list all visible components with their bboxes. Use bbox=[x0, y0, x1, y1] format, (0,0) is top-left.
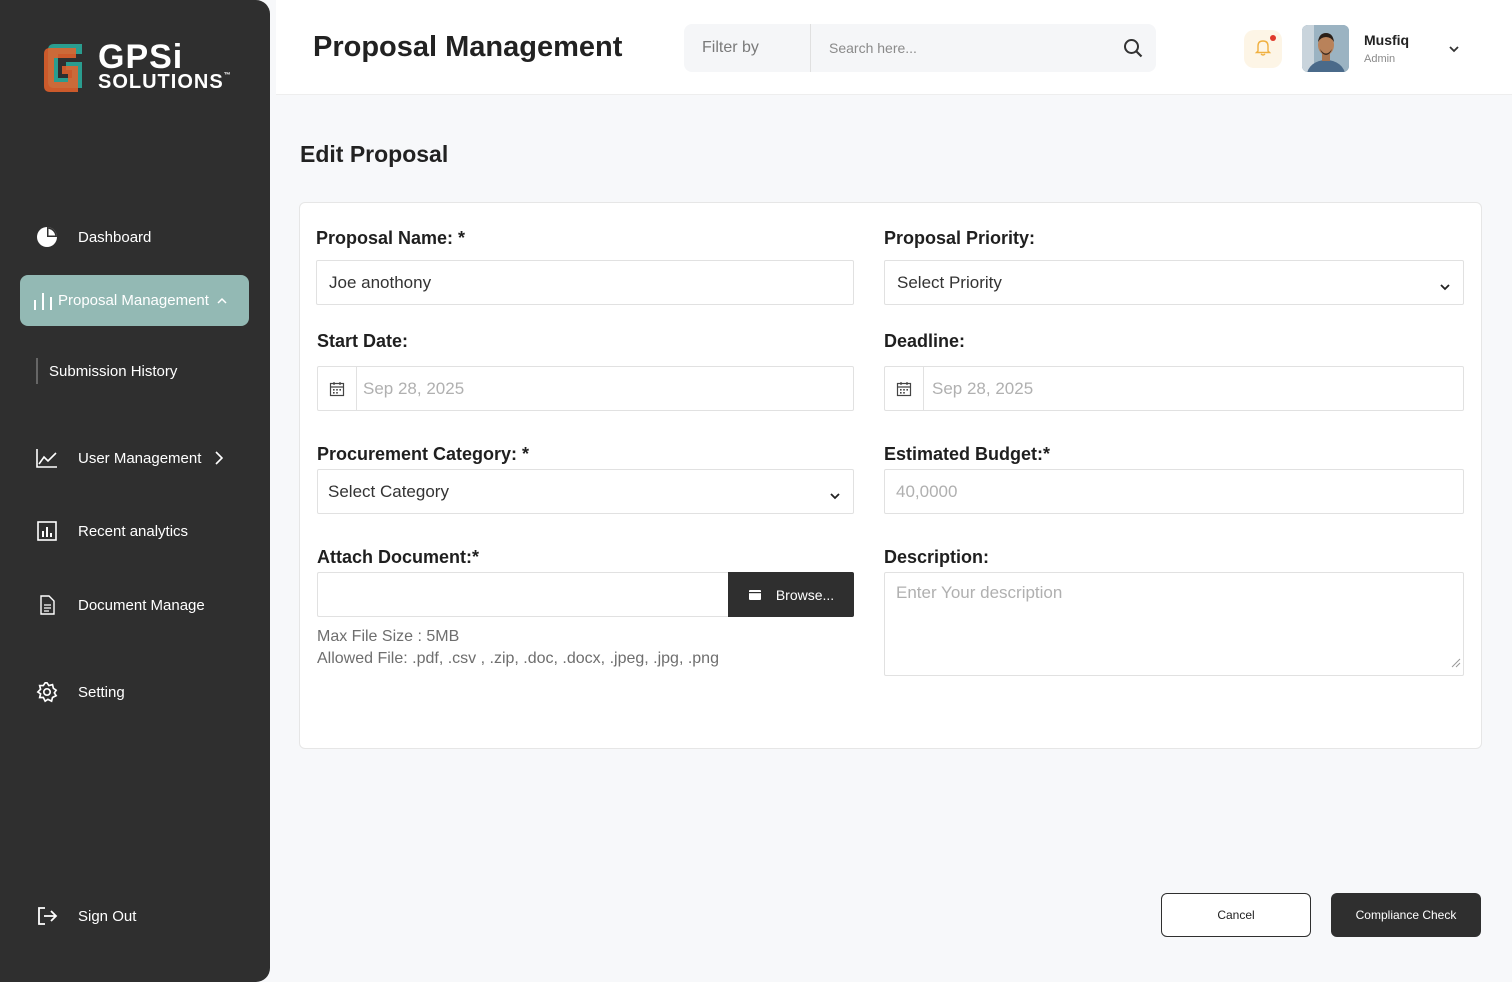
sidebar-item-label: User Management bbox=[78, 449, 202, 467]
brand-logo[interactable]: GPSi SOLUTIONS™ bbox=[42, 40, 232, 92]
procurement-category-value: Select Category bbox=[328, 481, 449, 501]
chevron-down-icon bbox=[829, 485, 841, 505]
sidebar: GPSi SOLUTIONS™ Dashboard Proposal Manag… bbox=[0, 0, 270, 982]
chevron-up-icon bbox=[217, 292, 227, 309]
gear-icon bbox=[36, 681, 58, 703]
sidebar-item-label: Submission History bbox=[49, 362, 178, 380]
start-date-label: Start Date: bbox=[317, 331, 409, 351]
proposal-priority-select[interactable]: Select Priority bbox=[884, 260, 1464, 305]
brand-name: GPSi bbox=[98, 38, 184, 76]
pie-chart-icon bbox=[36, 226, 58, 248]
estimated-budget-label: Estimated Budget:* bbox=[884, 444, 1051, 464]
calendar-icon[interactable] bbox=[318, 367, 357, 410]
max-file-size-hint: Max File Size : 5MB bbox=[317, 628, 460, 645]
attach-document-label: Attach Document:* bbox=[317, 547, 480, 567]
allowed-files-hint: Allowed File: .pdf, .csv , .zip, .doc, .… bbox=[317, 650, 719, 667]
calendar-icon[interactable] bbox=[885, 367, 924, 410]
estimated-budget-input[interactable]: 40,0000 bbox=[884, 469, 1464, 514]
chevron-down-icon bbox=[1439, 276, 1451, 296]
deadline-label: Deadline: bbox=[884, 331, 966, 351]
bar-chart-icon bbox=[32, 290, 54, 312]
sidebar-item-label: Document Manage bbox=[78, 596, 205, 614]
search-input[interactable] bbox=[811, 24, 1110, 72]
sidebar-item-label: Setting bbox=[78, 683, 125, 701]
sidebar-item-setting[interactable]: Setting bbox=[36, 681, 125, 703]
browse-button[interactable]: Browse... bbox=[728, 572, 854, 617]
avatar[interactable] bbox=[1302, 25, 1349, 72]
user-role: Admin bbox=[1364, 53, 1396, 65]
description-placeholder: Enter Your description bbox=[896, 583, 1063, 602]
description-label: Description: bbox=[884, 547, 990, 567]
filter-by-button[interactable]: Filter by bbox=[684, 24, 811, 72]
start-date-placeholder: Sep 28, 2025 bbox=[363, 378, 465, 398]
sidebar-item-document-manage[interactable]: Document Manage bbox=[36, 594, 205, 616]
sidebar-item-user-management[interactable]: User Management bbox=[36, 447, 224, 469]
attach-document-input[interactable] bbox=[317, 572, 729, 617]
chevron-right-icon bbox=[215, 451, 224, 465]
description-textarea[interactable]: Enter Your description bbox=[884, 572, 1464, 676]
procurement-category-label: Procurement Category: * bbox=[317, 444, 530, 464]
proposal-name-label: Proposal Name: * bbox=[316, 228, 466, 248]
sidebar-item-submission-history[interactable]: Submission History bbox=[36, 358, 177, 384]
start-date-field[interactable]: Sep 28, 2025 bbox=[317, 366, 854, 411]
deadline-placeholder: Sep 28, 2025 bbox=[932, 378, 1034, 398]
browse-label: Browse... bbox=[775, 586, 835, 603]
deadline-field[interactable]: Sep 28, 2025 bbox=[884, 366, 1464, 411]
user-name: Musfiq bbox=[1364, 32, 1410, 48]
proposal-name-value: Joe anothony bbox=[329, 272, 432, 292]
sign-out-icon bbox=[36, 905, 58, 927]
top-header: Proposal Management Filter by Musfiq Adm… bbox=[276, 0, 1512, 95]
estimated-budget-placeholder: 40,0000 bbox=[896, 481, 958, 501]
notification-dot bbox=[1270, 35, 1276, 41]
compliance-check-button[interactable]: Compliance Check bbox=[1331, 893, 1481, 937]
trademark: ™ bbox=[223, 72, 232, 79]
search-bar: Filter by bbox=[684, 24, 1156, 72]
search-icon[interactable] bbox=[1110, 38, 1156, 58]
line-chart-icon bbox=[36, 447, 58, 469]
bell-icon bbox=[1254, 38, 1272, 61]
sidebar-item-recent-analytics[interactable]: Recent analytics bbox=[36, 520, 188, 542]
proposal-priority-label: Proposal Priority: bbox=[884, 228, 1036, 248]
sign-out-label: Sign Out bbox=[78, 907, 137, 925]
proposal-priority-value: Select Priority bbox=[897, 272, 1002, 292]
resize-handle-icon[interactable] bbox=[1451, 653, 1461, 673]
sidebar-item-label: Proposal Management bbox=[58, 292, 209, 309]
brand-subname: SOLUTIONS bbox=[98, 71, 224, 93]
sign-out-button[interactable]: Sign Out bbox=[36, 905, 136, 927]
procurement-category-select[interactable]: Select Category bbox=[317, 469, 854, 514]
proposal-name-input[interactable]: Joe anothony bbox=[316, 260, 854, 305]
sidebar-item-label: Recent analytics bbox=[78, 522, 189, 540]
document-icon bbox=[36, 594, 58, 616]
folder-icon bbox=[748, 589, 762, 601]
analytics-icon bbox=[36, 520, 58, 542]
sidebar-item-proposal-management[interactable]: Proposal Management bbox=[20, 275, 249, 326]
section-title: Edit Proposal bbox=[300, 141, 449, 167]
notification-button[interactable] bbox=[1244, 30, 1282, 68]
sidebar-item-label: Dashboard bbox=[78, 228, 152, 246]
logo-icon bbox=[42, 40, 90, 92]
cancel-button[interactable]: Cancel bbox=[1161, 893, 1311, 937]
sidebar-item-dashboard[interactable]: Dashboard bbox=[36, 226, 151, 248]
page-title: Proposal Management bbox=[313, 31, 623, 63]
chevron-down-icon[interactable] bbox=[1448, 40, 1460, 58]
